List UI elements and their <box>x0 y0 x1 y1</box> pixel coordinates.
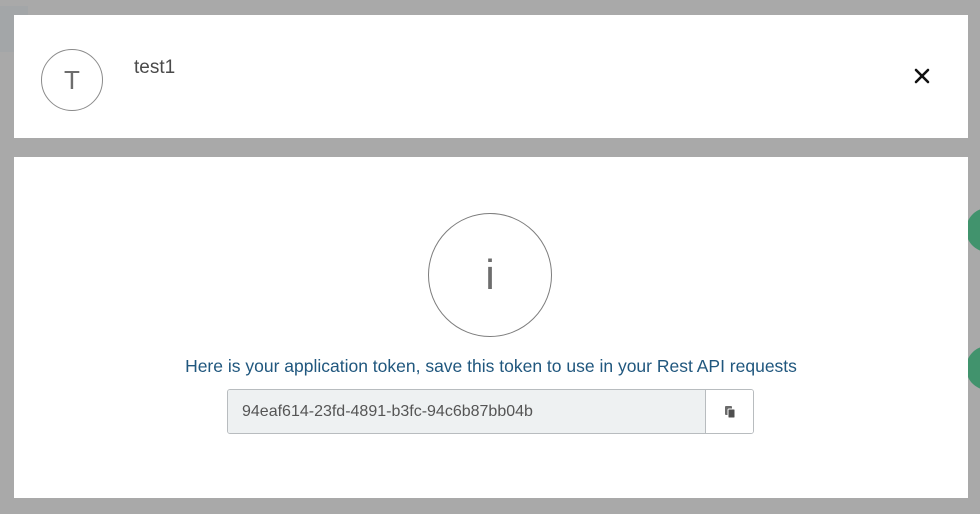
close-icon <box>914 68 930 84</box>
avatar-initial: T <box>64 64 80 95</box>
username: test1 <box>134 57 176 78</box>
token-field-group <box>227 389 754 434</box>
backdrop-bubble <box>966 346 980 390</box>
info-icon: i <box>428 213 552 337</box>
token-dialog: i Here is your application token, save t… <box>14 157 968 498</box>
copy-button[interactable] <box>706 390 753 433</box>
backdrop-bubble <box>966 208 980 252</box>
user-header-card: T test1 <box>14 15 968 138</box>
avatar: T <box>41 49 103 111</box>
token-input[interactable] <box>228 390 706 433</box>
info-symbol: i <box>485 251 495 298</box>
token-message: Here is your application token, save thi… <box>185 356 797 376</box>
close-button[interactable] <box>907 61 937 91</box>
copy-icon <box>724 405 735 418</box>
